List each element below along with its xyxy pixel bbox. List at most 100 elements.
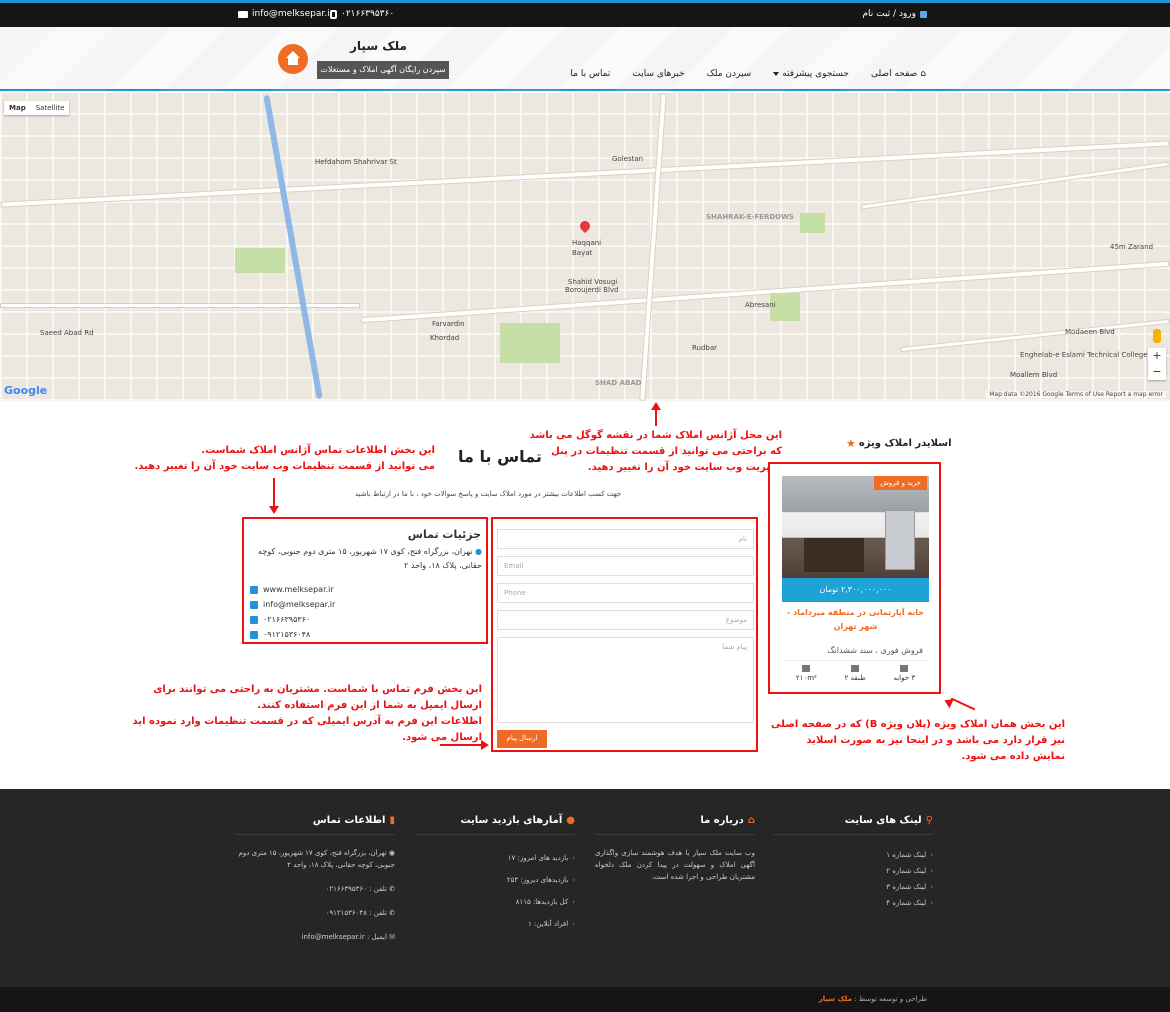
nav-home[interactable]: ⌂ صفحه اصلی [871,69,926,79]
copyright-brand-link[interactable]: ملک سپار [819,995,852,1003]
pegman-icon[interactable] [1153,329,1161,343]
phone-icon: ✆ [386,909,395,917]
listing-description: فروش فوری ، سند ششدانگ [827,646,923,655]
footer-stats: ● آمارهای بازدید سایت ‹ بازدید های امروز: … [415,815,575,935]
topbar-email[interactable]: info@melksepar.ir [238,9,333,19]
name-field[interactable]: نام [497,529,754,549]
slider-annotation: این بخش همان املاک ویژه (پلان ویژه B) که… [771,719,1065,762]
mobile-icon [250,630,258,639]
satellite-mode-button[interactable]: Satellite [31,101,70,115]
nav-submit-property[interactable]: سپردن ملک [707,69,752,79]
map-label: SHAHRAK-E-FERDOWS [706,213,794,221]
footer-link[interactable]: ‹ لینک شماره ۴ [773,895,933,911]
topbar-phone: ۰۲۱۶۶۳۹۵۳۶۰ [330,9,394,19]
featured-slider: خرید و فروش ۲,۳۰۰,۰۰۰,۰۰۰ تومان خانه آپا… [768,462,941,694]
annotation-arrow [950,697,976,711]
map-park [235,248,285,273]
expand-icon [802,665,811,672]
copyright-bar: طراحی و توسعه توسط : ملک سپار [0,987,1170,1012]
nav-contact[interactable]: تماس با ما [570,69,610,79]
map-label: Enghelab-e Eslami Technical College [1020,351,1148,359]
site-footer: ⚲ لینک های سایت ‹ لینک شماره ۱ ‹ لینک شماره… [0,789,1170,987]
contact-website[interactable]: www.melksepar.ir [250,585,334,594]
map-label: Saeed Abad Rd [40,329,94,337]
lock-icon [920,10,927,18]
map-label: Golestan [612,155,644,163]
annotation-arrow [440,744,482,746]
map-park [500,323,560,363]
envelope-icon [250,600,258,609]
home-logo-icon[interactable] [278,44,308,74]
footer-link[interactable]: ‹ لینک شماره ۳ [773,879,933,895]
send-message-button[interactable]: ارسال پیام [497,730,547,748]
building-icon [851,665,860,672]
envelope-icon [238,10,248,18]
footer-contact: ▮ اطلاعات تماس ◉ تهران، بزرگراه فتح، کوی … [235,815,395,955]
listing-bedrooms: ۳ خوابه [893,665,915,682]
zoom-out-button[interactable]: − [1148,364,1166,380]
link-icon: ⚲ [925,815,933,826]
bed-icon [900,665,909,672]
nav-news[interactable]: خبرهای سایت [632,69,684,79]
message-field[interactable]: پیام شما [497,637,754,723]
listing-price: ۲,۳۰۰,۰۰۰,۰۰۰ تومان [782,578,929,602]
star-icon: ★ [846,437,856,450]
zoom-control: + − [1148,348,1166,380]
map-label: Hefdahom Shahrivar St [315,158,397,166]
map-type-control: Map Satellite [4,101,70,115]
map-annotation: این محل آژانس املاک شما در نقشه گوگل می … [529,430,782,473]
bookmark-icon: ▮ [389,815,395,826]
nav-advanced-search[interactable]: جستجوی پیشرفته [773,69,849,79]
zoom-in-button[interactable]: + [1148,348,1166,364]
annotation-arrow [269,506,279,514]
map-label: Khordad [430,334,460,342]
map-attribution[interactable]: Map data ©2016 Google Terms of Use Repor… [986,391,1166,398]
site-header: ملک سپار سپردن رایگان آگهی املاک و مستغل… [0,27,1170,91]
footer-link[interactable]: ‹ لینک شماره ۱ [773,847,933,863]
header-watermark [0,27,1170,91]
contact-form: نام Email Phone موضوع پیام شما ارسال پیا… [491,517,758,752]
brand-name[interactable]: ملک سپار [350,39,407,53]
map-park [800,213,825,233]
annotation-arrow [273,478,275,508]
login-link[interactable]: ورود / ثبت نام [862,9,927,19]
contact-details-title: جزئیات تماس [407,528,481,541]
contact-email[interactable]: info@melksepar.ir [250,600,335,609]
featured-slider-title: اسلایدر املاک ویژه ★ [846,437,952,450]
form-annotation: این بخش فرم تماس با شماست. مشتریان به را… [132,684,482,743]
listing-title[interactable]: خانه آپارتمانی در منطقه میرداماد - شهر ت… [778,606,933,634]
map-label: Modaeen Blvd [1065,328,1115,336]
footer-links: ⚲ لینک های سایت ‹ لینک شماره ۱ ‹ لینک شماره… [773,815,933,911]
phone-icon [330,9,337,19]
map-label: SHAD ABAD [595,379,642,387]
contact-details-box: جزئیات تماس ● تهران، بزرگراه فتح، کوی ۱۷… [242,517,488,644]
top-bar: info@melksepar.ir ۰۲۱۶۶۳۹۵۳۶۰ ورود / ثبت… [0,0,1170,27]
listing-features: ۲۱۰m² طبقه ۲ ۳ خوابه [782,660,929,682]
envelope-icon: ✉ [386,933,395,941]
contact-subtitle: جهت کسب اطلاعات بیشتر در مورد املاک سایت… [355,490,622,498]
main-nav: ⌂ صفحه اصلی جستجوی پیشرفته سپردن ملک خبره… [570,69,926,79]
contact-annotation: این بخش اطلاعات تماس آژانس املاک شماست. … [134,445,436,472]
phone-field[interactable]: Phone [497,583,754,603]
map-label: Shahid Vosugi [568,278,618,286]
caret-down-icon [773,72,780,76]
map-label: Bayat [572,249,593,257]
contact-phone-1: ۰۲۱۶۶۳۹۵۳۶۰ [250,615,310,624]
map-label: Abresani [745,301,776,309]
map-marker-icon: ◉ [386,849,395,857]
map-mode-button[interactable]: Map [4,101,31,115]
footer-link[interactable]: ‹ لینک شماره ۲ [773,863,933,879]
listing-type-badge: خرید و فروش [874,476,927,490]
listing-image[interactable] [782,476,929,578]
google-logo: Google [4,384,48,397]
external-link-icon [250,585,258,594]
map-marker-icon: ● [475,547,482,556]
brand-tagline: سپردن رایگان آگهی املاک و مستغلات [317,61,449,79]
globe-icon: ● [566,815,575,826]
google-map[interactable]: Hefdahom Shahrivar St Boroujerdi Blvd Sa… [0,93,1170,401]
map-label: Farvardin [432,320,465,328]
map-label: 45m Zarand [1110,243,1154,251]
email-field[interactable]: Email [497,556,754,576]
subject-field[interactable]: موضوع [497,610,754,630]
map-label: Moallem Blvd [1010,371,1058,379]
